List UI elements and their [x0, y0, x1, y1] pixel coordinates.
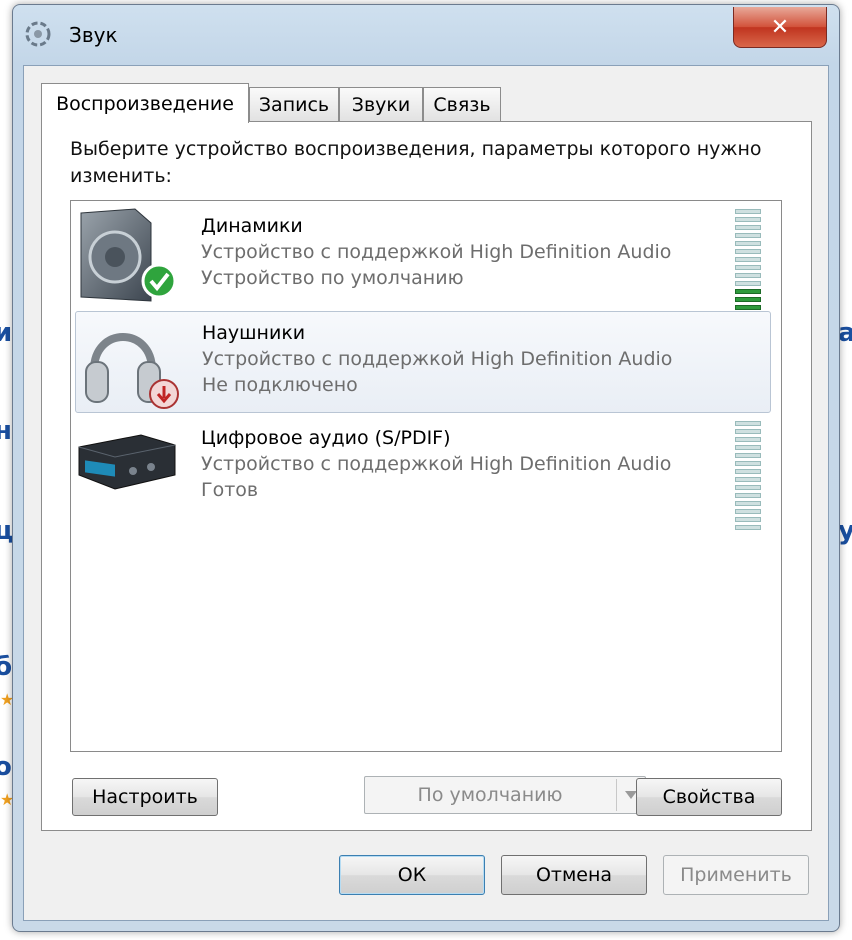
meter-segment: [735, 509, 761, 514]
background-page-fragment: о: [0, 752, 12, 782]
device-status: Устройство по умолчанию: [201, 267, 464, 289]
tab-label: Связь: [433, 93, 491, 116]
meter-segment: [735, 217, 761, 222]
playback-panel: Выберите устройство воспроизведения, пар…: [41, 121, 812, 831]
meter-segment: [735, 437, 761, 442]
device-info: Цифровое аудио (S/PDIF) Устройство с под…: [201, 425, 671, 503]
device-info: Динамики Устройство с поддержкой High De…: [201, 213, 671, 291]
device-description: Устройство с поддержкой High Definition …: [202, 348, 673, 370]
dropdown-label: По умолчанию: [417, 784, 563, 806]
device-name: Цифровое аудио (S/PDIF): [201, 427, 451, 449]
volume-meter: [735, 421, 761, 533]
meter-segment: [735, 453, 761, 458]
meter-segment: [735, 233, 761, 238]
device-description: Устройство с поддержкой High Definition …: [201, 241, 672, 263]
volume-meter: [735, 209, 761, 321]
meter-segment: [735, 249, 761, 254]
meter-segment: [735, 461, 761, 466]
device-status: Готов: [201, 479, 259, 501]
meter-segment: [735, 225, 761, 230]
meter-segment: [735, 297, 761, 302]
meter-segment: [735, 281, 761, 286]
speaker-icon: [80, 208, 177, 302]
meter-segment: [735, 305, 761, 310]
device-name: Динамики: [201, 215, 303, 237]
background-page-fragment: у: [838, 516, 852, 546]
meter-segment: [735, 289, 761, 294]
meter-segment: [735, 469, 761, 474]
meter-segment: [735, 477, 761, 482]
device-status: Не подключено: [202, 374, 358, 396]
headphones-icon: [85, 333, 179, 409]
meter-segment: [735, 429, 761, 434]
device-item-headphones[interactable]: Наушники Устройство с поддержкой High De…: [75, 311, 771, 413]
background-page-fragment: а: [838, 318, 852, 348]
meter-segment: [735, 421, 761, 426]
set-default-dropdown[interactable]: По умолчанию: [364, 776, 646, 814]
meter-segment: [735, 209, 761, 214]
meter-segment: [735, 445, 761, 450]
ok-button[interactable]: ОК: [339, 855, 485, 895]
meter-segment: [735, 257, 761, 262]
instruction-text: Выберите устройство воспроизведения, пар…: [70, 138, 762, 187]
tab-label: Звуки: [351, 93, 411, 116]
tab-label: Воспроизведение: [56, 92, 234, 115]
sound-app-icon: [25, 21, 51, 47]
tab-communications[interactable]: Связь: [423, 87, 501, 121]
meter-segment: [735, 265, 761, 270]
device-name: Наушники: [202, 322, 306, 344]
meter-segment: [735, 525, 761, 530]
device-item-digital-audio[interactable]: Цифровое аудио (S/PDIF) Устройство с под…: [75, 417, 771, 530]
configure-button[interactable]: Настроить: [72, 778, 218, 816]
meter-segment: [735, 241, 761, 246]
device-item-speakers[interactable]: Динамики Устройство с поддержкой High De…: [75, 205, 771, 318]
meter-segment: [735, 493, 761, 498]
device-list[interactable]: Динамики Устройство с поддержкой High De…: [70, 200, 782, 752]
digital-audio-receiver-icon: [78, 434, 176, 490]
device-info: Наушники Устройство с поддержкой High De…: [202, 320, 672, 398]
background-page-fragment: б: [0, 652, 13, 682]
device-description: Устройство с поддержкой High Definition …: [201, 453, 672, 475]
default-check-icon: [141, 263, 177, 299]
apply-button[interactable]: Применить: [663, 855, 809, 895]
close-icon: ✕: [770, 14, 790, 40]
sound-dialog: Звук ✕ Воспроизведение Запись Звуки Связ…: [12, 4, 840, 932]
meter-segment: [735, 501, 761, 506]
button-label: Отмена: [535, 864, 613, 886]
button-label: Применить: [680, 864, 792, 886]
button-label: Настроить: [92, 786, 198, 808]
tab-playback[interactable]: Воспроизведение: [41, 83, 249, 123]
tab-recording[interactable]: Запись: [249, 87, 339, 121]
cancel-button[interactable]: Отмена: [501, 855, 647, 895]
background-page-fragment: н: [0, 416, 12, 446]
close-button[interactable]: ✕: [733, 7, 827, 48]
button-label: Свойства: [662, 786, 756, 808]
tab-sounds[interactable]: Звуки: [339, 87, 423, 121]
meter-segment: [735, 485, 761, 490]
window-title: Звук: [69, 23, 118, 47]
button-label: ОК: [397, 864, 427, 886]
meter-segment: [735, 273, 761, 278]
properties-button[interactable]: Свойства: [636, 778, 782, 816]
background-page-fragment: и: [0, 318, 13, 348]
tab-label: Запись: [258, 93, 330, 116]
meter-segment: [735, 517, 761, 522]
